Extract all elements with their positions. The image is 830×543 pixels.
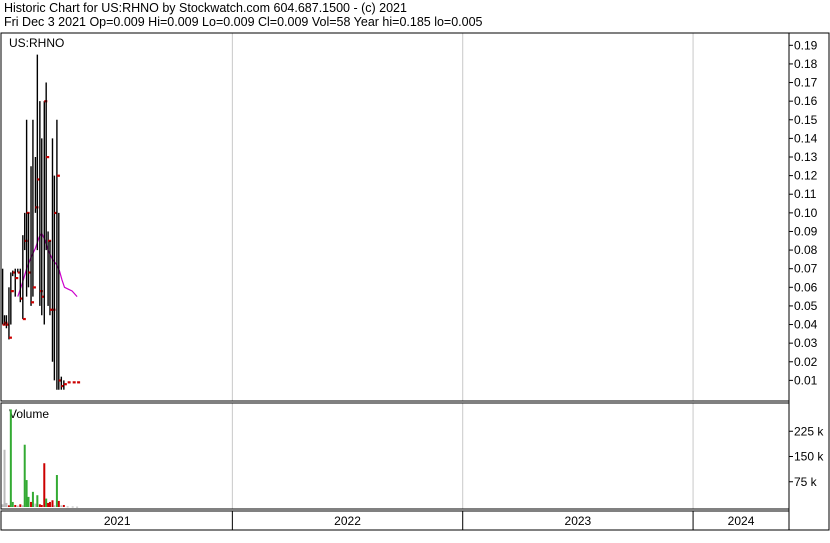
volume-bar (38, 504, 41, 507)
price-tick-label: 0.01 (794, 373, 818, 387)
x-axis: 2021 2022 2023 2024 (104, 514, 755, 528)
volume-bar (45, 498, 48, 507)
volume-tick-label: 75 k (794, 475, 818, 489)
price-tick-label: 0.15 (794, 113, 818, 127)
close-tick (77, 381, 81, 384)
volume-bar (57, 500, 60, 507)
volume-bar (76, 506, 79, 508)
close-tick (31, 301, 35, 304)
volume-panel-label: Volume (9, 407, 49, 421)
price-tick-label: 0.04 (794, 318, 818, 332)
price-tick-label: 0.03 (794, 336, 818, 350)
volume-bar (23, 444, 26, 507)
volume-bar (19, 504, 22, 507)
close-tick (8, 336, 12, 339)
volume-bar (60, 505, 63, 507)
volume-bar (7, 505, 10, 507)
price-tick-label: 0.07 (794, 262, 818, 276)
close-tick (15, 277, 19, 280)
year-label: 2024 (728, 514, 755, 528)
volume-bar (25, 480, 28, 507)
close-tick (56, 174, 60, 177)
price-tick-label: 0.17 (794, 76, 818, 90)
volume-bar (55, 475, 58, 507)
volume-bars (1, 409, 79, 508)
close-tick (32, 286, 36, 289)
price-tick-label: 0.13 (794, 150, 818, 164)
price-bars (1, 54, 81, 390)
volume-bar (43, 463, 46, 507)
volume-bar (14, 504, 17, 507)
volume-bar (27, 496, 30, 507)
close-tick (46, 156, 50, 159)
price-tick-label: 0.19 (794, 38, 818, 52)
volume-bar (40, 504, 43, 507)
close-tick (10, 290, 14, 293)
volume-bar (16, 505, 19, 507)
price-tick-label: 0.08 (794, 243, 818, 257)
price-tick-label: 0.11 (794, 187, 817, 201)
price-panel-label: US:RHNO (9, 36, 64, 50)
close-tick (22, 317, 26, 321)
volume-bar (21, 505, 24, 507)
price-tick-label: 0.16 (794, 94, 818, 108)
volume-bar (3, 449, 6, 507)
volume-bar (1, 504, 4, 507)
price-panel-border (0, 32, 790, 402)
price-tick-label: 0.02 (794, 355, 818, 369)
volume-bar (53, 505, 56, 507)
volume-bar (62, 504, 65, 507)
price-tick-label: 0.10 (794, 206, 818, 220)
price-tick-label: 0.06 (794, 280, 818, 294)
chart-frame (0, 32, 830, 531)
stock-chart: US:RHNO Volume 0.190.180.170.160.150.140… (0, 32, 830, 531)
volume-bar (31, 491, 34, 507)
grid-lines (231, 33, 694, 530)
volume-bar (5, 502, 8, 507)
volume-tick-label: 150 k (794, 450, 824, 464)
year-label: 2021 (104, 514, 131, 528)
volume-bar (36, 495, 39, 507)
volume-bar (9, 409, 12, 507)
year-label: 2022 (334, 514, 361, 528)
volume-bar (47, 502, 50, 507)
close-tick (72, 381, 76, 384)
volume-bar (66, 506, 69, 508)
volume-axis: 225 k 150 k 75 k (789, 424, 824, 489)
price-tick-label: 0.14 (794, 131, 818, 145)
volume-bar (48, 501, 51, 507)
close-tick (63, 383, 67, 386)
price-tick-label: 0.05 (794, 299, 818, 313)
volume-bar (30, 501, 33, 507)
volume-bar (34, 503, 37, 507)
price-tick-label: 0.09 (794, 224, 818, 238)
year-label: 2023 (565, 514, 592, 528)
price-tick-label: 0.12 (794, 169, 818, 183)
volume-bar (11, 501, 14, 507)
volume-bar (71, 506, 74, 508)
volume-bar (51, 500, 54, 507)
close-tick (67, 381, 71, 384)
price-axis: 0.19 0.18 0.17 0.16 0.15 0.14 0.13 0.12 0.11 0.10… (789, 38, 818, 387)
volume-panel-border (0, 402, 790, 510)
volume-tick-label: 225 k (794, 424, 824, 438)
price-tick-label: 0.18 (794, 57, 818, 71)
